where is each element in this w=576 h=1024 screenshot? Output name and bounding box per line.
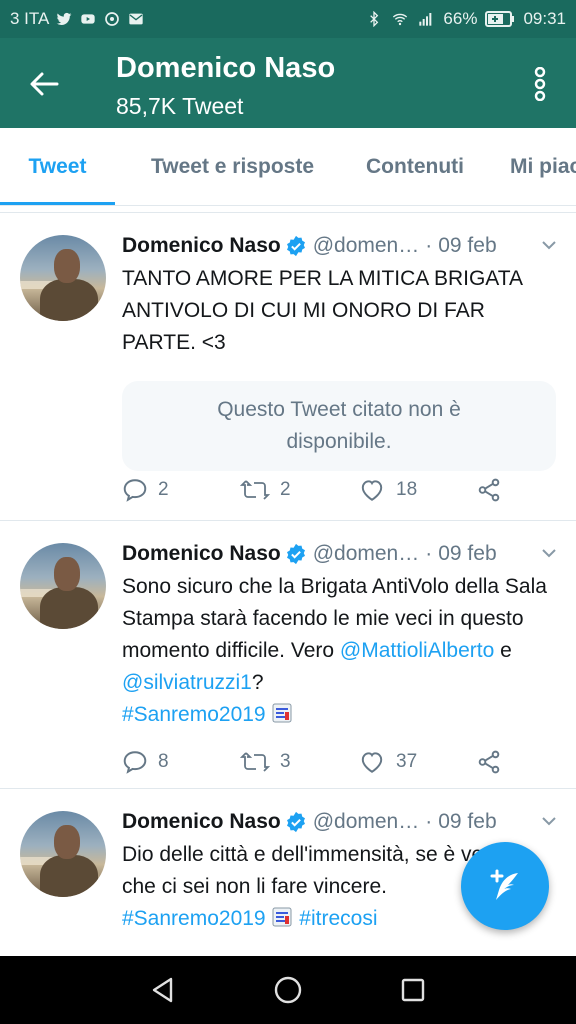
author-handle: @domen… xyxy=(312,542,420,565)
share-icon xyxy=(478,478,500,502)
tweet-actions: 8 3 37 xyxy=(122,747,562,777)
compose-tweet-button[interactable] xyxy=(461,842,549,930)
carrier-label: 3 ITA xyxy=(10,9,50,28)
reply-button[interactable]: 8 xyxy=(122,749,240,775)
chevron-down-icon[interactable] xyxy=(540,813,558,829)
signal-icon xyxy=(419,13,432,26)
tweet-date: 09 feb xyxy=(438,810,497,833)
tweet-date: 09 feb xyxy=(438,542,497,565)
clock: 09:31 xyxy=(523,9,566,28)
author-name: Domenico Naso xyxy=(122,542,281,565)
sanremo-emoji-icon xyxy=(272,703,292,723)
hashtag-link[interactable]: #itrecosi xyxy=(299,907,377,930)
like-count: 18 xyxy=(396,479,418,500)
tweet-content: Domenico Naso @domen… · 09 feb Sono sicu… xyxy=(122,539,562,731)
system-nav-bar xyxy=(0,956,576,1024)
mail-icon xyxy=(129,13,144,25)
like-count: 37 xyxy=(396,751,418,772)
chevron-down-icon[interactable] xyxy=(540,545,558,561)
more-options-button[interactable] xyxy=(528,64,552,104)
bluetooth-icon xyxy=(370,11,379,27)
tweet-header: Domenico Naso @domen… · 09 feb xyxy=(122,807,562,837)
retweet-count: 2 xyxy=(280,479,291,500)
profile-tabs: Tweet Tweet e risposte Contenuti Mi piac… xyxy=(0,128,576,206)
retweet-button[interactable]: 3 xyxy=(240,749,358,775)
tweet-text-joiner: e xyxy=(494,639,512,662)
tweet-item[interactable]: Domenico Naso @domen… · 09 feb TANTO AMO… xyxy=(0,212,576,520)
arrow-left-icon xyxy=(30,72,59,96)
share-button[interactable] xyxy=(476,749,516,775)
tweet-actions: 2 2 18 xyxy=(122,475,562,505)
tweet-date: 09 feb xyxy=(438,234,497,257)
status-bar: 3 ITA 66% 09:31 xyxy=(0,0,576,38)
tweet-text-line: Dio delle città e dell'immensità, se è v… xyxy=(122,843,502,866)
reply-button[interactable]: 2 xyxy=(122,477,240,503)
square-recents-icon xyxy=(402,978,425,1002)
whatsapp-icon xyxy=(105,12,120,26)
tweet-text: TANTO AMORE PER LA MITICA BRIGATA ANTIVO… xyxy=(122,267,522,354)
reply-count: 8 xyxy=(158,751,169,772)
author-name: Domenico Naso xyxy=(122,810,281,833)
tab-tweet[interactable]: Tweet xyxy=(0,128,115,205)
author-handle: @domen… xyxy=(312,234,420,257)
hashtag-link[interactable]: #Sanremo2019 xyxy=(122,703,266,726)
mention-link[interactable]: @MattioliAlberto xyxy=(340,639,494,662)
tweet-text-question: ? xyxy=(251,671,264,694)
twitter-icon xyxy=(57,12,72,25)
reply-icon xyxy=(123,751,147,774)
tab-tweet-e-risposte[interactable]: Tweet e risposte xyxy=(115,128,330,205)
like-button[interactable]: 37 xyxy=(358,749,476,775)
wifi-icon xyxy=(393,13,408,26)
nav-back-button[interactable] xyxy=(143,970,183,1010)
profile-header: Domenico Naso 85,7K Tweet xyxy=(0,38,576,128)
separator-dot: · xyxy=(425,542,433,565)
separator-dot: · xyxy=(425,810,433,833)
tab-contenuti[interactable]: Contenuti xyxy=(330,128,480,205)
reply-icon xyxy=(123,479,147,502)
like-button[interactable]: 18 xyxy=(358,477,476,503)
hashtag-link[interactable]: #Sanremo2019 xyxy=(122,907,266,930)
share-button[interactable] xyxy=(476,477,516,503)
back-button[interactable] xyxy=(20,64,68,104)
tweet-header: Domenico Naso @domen… · 09 feb xyxy=(122,231,562,261)
triangle-back-icon xyxy=(152,977,172,1003)
vertical-dots-icon xyxy=(534,67,546,101)
compose-feather-icon xyxy=(490,869,518,900)
avatar[interactable] xyxy=(20,811,106,897)
sanremo-emoji-icon xyxy=(272,907,292,927)
nav-home-button[interactable] xyxy=(268,970,308,1010)
battery-icon xyxy=(485,11,515,27)
quoted-tweet-unavailable[interactable]: Questo Tweet citato non è disponibile. xyxy=(122,381,556,471)
youtube-icon xyxy=(81,14,96,24)
avatar[interactable] xyxy=(20,543,106,629)
tab-mi-piace[interactable]: Mi piace xyxy=(480,128,576,205)
retweet-button[interactable]: 2 xyxy=(240,477,358,503)
verified-badge-icon xyxy=(286,811,305,833)
chevron-down-icon[interactable] xyxy=(540,237,558,253)
author-handle: @domen… xyxy=(312,810,420,833)
tweet-content: Domenico Naso @domen… · 09 feb TANTO AMO… xyxy=(122,231,562,471)
reply-count: 2 xyxy=(158,479,169,500)
tweet-count: 85,7K Tweet xyxy=(116,93,244,119)
tweet-text: Sono sicuro che la Brigata AntiVolo dell… xyxy=(122,571,562,731)
author-name: Domenico Naso xyxy=(122,234,281,257)
retweet-icon xyxy=(240,480,270,500)
heart-icon xyxy=(361,480,383,501)
avatar[interactable] xyxy=(20,235,106,321)
heart-icon xyxy=(361,752,383,773)
verified-badge-icon xyxy=(286,543,305,565)
retweet-icon xyxy=(240,752,270,772)
share-icon xyxy=(478,750,500,774)
retweet-count: 3 xyxy=(280,751,291,772)
mention-link[interactable]: @silviatruzzi1 xyxy=(122,671,252,694)
profile-name-title: Domenico Naso xyxy=(116,52,336,84)
nav-recents-button[interactable] xyxy=(393,970,433,1010)
tweet-item[interactable]: Domenico Naso @domen… · 09 feb Sono sicu… xyxy=(0,520,576,788)
battery-percent: 66% xyxy=(443,9,478,28)
tweet-header: Domenico Naso @domen… · 09 feb xyxy=(122,539,562,569)
circle-home-icon xyxy=(274,976,302,1004)
separator-dot: · xyxy=(425,234,433,257)
tweet-text-line: che ci sei non li fare vincere. xyxy=(122,875,387,898)
verified-badge-icon xyxy=(286,235,305,257)
